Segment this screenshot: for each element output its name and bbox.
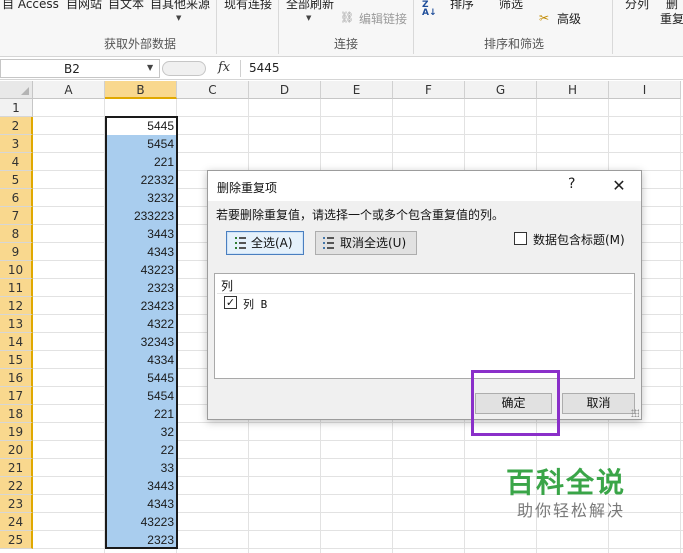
cancel-button[interactable]: 取消	[562, 393, 635, 414]
ribbon-separator	[216, 0, 217, 54]
dialog-titlebar[interactable]: 删除重复项 ? ✕	[208, 171, 641, 201]
ok-button-highlight-annotation	[471, 370, 560, 436]
row-header-22[interactable]: 22	[0, 477, 33, 495]
group-label-connections: 连接	[334, 37, 359, 51]
columns-list-divider	[217, 293, 632, 294]
row-header-12[interactable]: 12	[0, 297, 33, 315]
close-icon[interactable]: ✕	[610, 176, 628, 195]
help-icon[interactable]: ?	[568, 176, 582, 194]
ribbon-separator	[278, 0, 279, 54]
has-headers-checkbox[interactable]	[514, 232, 527, 245]
formula-bar: B2 ▼ fx 5445	[0, 58, 683, 80]
row-header-7[interactable]: 7	[0, 207, 33, 225]
chevron-down-icon[interactable]: ▼	[147, 63, 153, 72]
row-header-13[interactable]: 13	[0, 315, 33, 333]
edit-links-button[interactable]: 编辑链接	[359, 10, 407, 27]
row-header-11[interactable]: 11	[0, 279, 33, 297]
name-box[interactable]: B2 ▼	[0, 59, 160, 78]
formula-bar-divider	[240, 60, 241, 77]
unselect-all-button[interactable]: 取消全选(U)	[315, 231, 417, 255]
column-b-checkbox[interactable]: ✓	[224, 296, 237, 309]
advanced-filter-icon: ✂	[539, 11, 550, 25]
link-icon: ⛓	[340, 11, 354, 24]
row-header-24[interactable]: 24	[0, 513, 33, 531]
row-header-14[interactable]: 14	[0, 333, 33, 351]
row-header-20[interactable]: 20	[0, 441, 33, 459]
formula-input[interactable]: 5445	[249, 61, 280, 75]
column-header-c[interactable]: C	[177, 81, 249, 99]
column-header-i[interactable]: I	[609, 81, 681, 99]
check-list-icon	[235, 237, 246, 249]
row-header-23[interactable]: 23	[0, 495, 33, 513]
column-b-label[interactable]: 列 B	[243, 296, 267, 312]
refresh-all-button[interactable]: 全部刷新	[286, 0, 334, 12]
from-other-sources-button[interactable]: 自其他来源	[150, 0, 210, 12]
row-header-18[interactable]: 18	[0, 405, 33, 423]
chevron-down-icon: ▼	[306, 14, 312, 22]
from-web-button[interactable]: 自网站	[66, 0, 102, 12]
row-header-15[interactable]: 15	[0, 351, 33, 369]
row-header-4[interactable]: 4	[0, 153, 33, 171]
existing-connections-button[interactable]: 现有连接	[224, 0, 272, 12]
formula-bar-splitter[interactable]	[162, 61, 206, 76]
gridline-vertical	[680, 99, 681, 553]
row-header-9[interactable]: 9	[0, 243, 33, 261]
insert-function-icon[interactable]: fx	[218, 60, 230, 75]
dialog-title: 删除重复项	[217, 181, 278, 195]
column-header-a[interactable]: A	[33, 81, 105, 99]
select-all-corner[interactable]	[0, 81, 33, 99]
remove-duplicates-dialog: 删除重复项 ? ✕ 若要删除重复值，请选择一个或多个包含重复值的列。 全选(A)…	[207, 170, 642, 420]
name-box-value: B2	[64, 62, 80, 76]
row-header-3[interactable]: 3	[0, 135, 33, 153]
row-header-21[interactable]: 21	[0, 459, 33, 477]
row-header-17[interactable]: 17	[0, 387, 33, 405]
column-header-e[interactable]: E	[321, 81, 393, 99]
row-header-16[interactable]: 16	[0, 369, 33, 387]
column-header-g[interactable]: G	[465, 81, 537, 99]
columns-list[interactable]: 列 ✓ 列 B	[214, 273, 635, 379]
row-header-6[interactable]: 6	[0, 189, 33, 207]
advanced-button[interactable]: 高级	[557, 10, 581, 27]
chevron-down-icon: ▼	[176, 14, 182, 22]
row-header-1[interactable]: 1	[0, 99, 33, 117]
unselect-all-label: 取消全选(U)	[340, 236, 407, 250]
selected-range-border	[105, 116, 178, 549]
ribbon-separator	[413, 0, 414, 54]
resize-grip-icon[interactable]	[631, 409, 639, 417]
group-label-get-external-data: 获取外部数据	[104, 37, 177, 51]
select-all-button[interactable]: 全选(A)	[226, 231, 304, 255]
sort-az-icon: Z A↓	[422, 0, 437, 18]
group-label-sort-filter: 排序和筛选	[484, 37, 545, 51]
columns-list-header: 列	[221, 279, 234, 293]
watermark-logo: 百科全说	[506, 466, 627, 499]
column-header-d[interactable]: D	[249, 81, 321, 99]
column-header-h[interactable]: H	[537, 81, 609, 99]
ribbon: 自 Access 自网站 自文本 自其他来源 ▼ 现有连接 全部刷新 ▼ ⛓ 编…	[0, 0, 683, 57]
row-header-2[interactable]: 2	[0, 117, 33, 135]
row-header-10[interactable]: 10	[0, 261, 33, 279]
row-header-5[interactable]: 5	[0, 171, 33, 189]
ribbon-separator	[612, 0, 613, 54]
from-access-button[interactable]: 自 Access	[2, 0, 59, 12]
has-headers-label[interactable]: 数据包含标题(M)	[533, 231, 625, 248]
row-header-25[interactable]: 25	[0, 531, 33, 549]
reapply-button[interactable]: 重复	[660, 10, 683, 27]
dialog-instruction: 若要删除重复值，请选择一个或多个包含重复值的列。	[216, 208, 505, 222]
filter-button[interactable]: 筛选	[499, 0, 523, 12]
row-header-8[interactable]: 8	[0, 225, 33, 243]
list-icon	[323, 237, 334, 249]
sort-button[interactable]: 排序	[450, 0, 474, 12]
column-header-b[interactable]: B	[105, 81, 177, 99]
row-header-19[interactable]: 19	[0, 423, 33, 441]
from-text-button[interactable]: 自文本	[108, 0, 144, 12]
text-to-columns-button[interactable]: 分列	[625, 0, 649, 12]
column-header-f[interactable]: F	[393, 81, 465, 99]
watermark-slogan: 助你轻松解决	[517, 501, 626, 520]
